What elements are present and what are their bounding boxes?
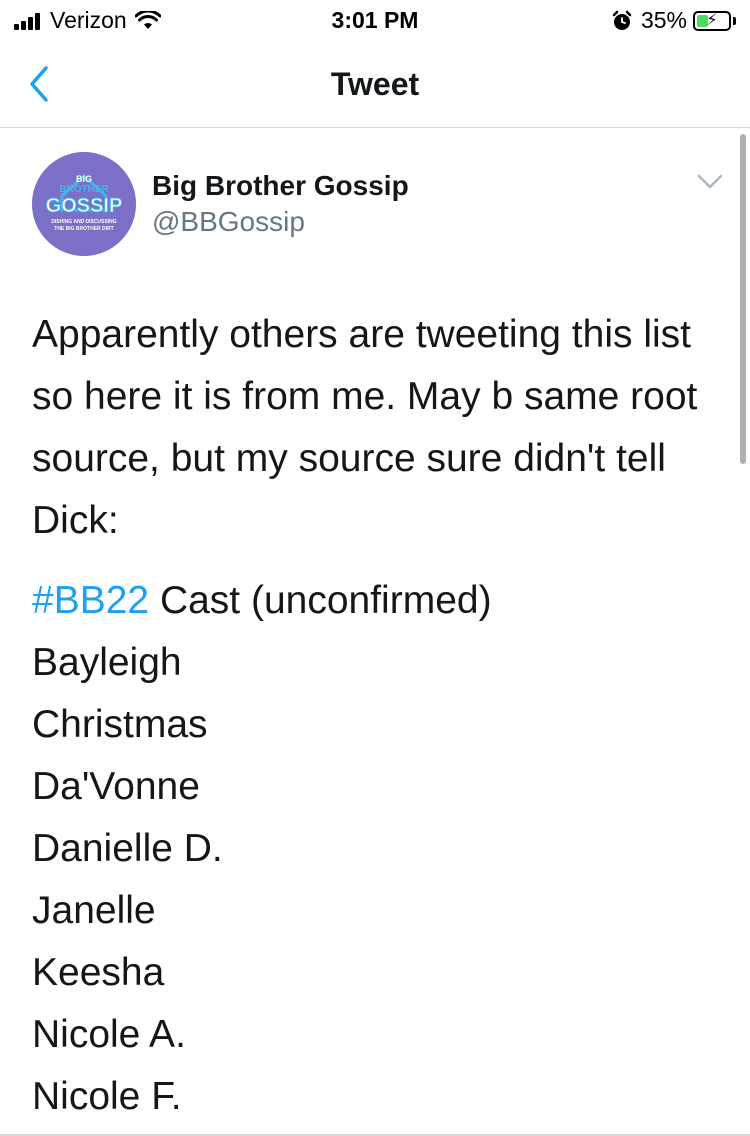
svg-text:DISHING AND DISCUSSING: DISHING AND DISCUSSING	[51, 219, 116, 225]
tweet-text: Apparently others are tweeting this list…	[32, 313, 698, 542]
battery-percent: 35%	[640, 7, 687, 33]
cast-list-item: Christmas	[32, 703, 208, 746]
cast-heading: #BB22 Cast (unconfirmed)	[32, 570, 722, 632]
screen: Verizon 3:01 PM 35% ⚡ Tweet BIG BROTHER …	[0, 0, 750, 1136]
svg-text:GOSSIP: GOSSIP	[46, 195, 123, 217]
cast-list-item: Keesha	[32, 951, 165, 994]
battery-icon: ⚡	[693, 10, 731, 31]
chevron-down-icon[interactable]	[696, 172, 724, 192]
svg-text:BROTHER: BROTHER	[59, 184, 109, 195]
cast-list-item: Bayleigh	[32, 641, 182, 684]
nav-bar: Tweet	[0, 40, 750, 128]
charging-bolt-icon: ⚡	[706, 11, 718, 29]
alarm-icon	[612, 10, 632, 30]
hashtag-link[interactable]: #BB22	[32, 579, 149, 622]
user-names: Big Brother Gossip @BBGossip	[152, 168, 409, 240]
cast-list-item: Nicole A.	[32, 1013, 186, 1056]
tweet: BIG BROTHER GOSSIP DISHING AND DISCUSSIN…	[0, 128, 750, 1136]
status-right: 35% ⚡	[611, 7, 736, 34]
cast-heading-text: Cast (unconfirmed)	[149, 579, 492, 622]
svg-text:THE BIG BROTHER DIRT: THE BIG BROTHER DIRT	[54, 226, 113, 232]
scrollbar[interactable]	[740, 134, 746, 464]
status-bar: Verizon 3:01 PM 35% ⚡	[0, 0, 750, 40]
page-title: Tweet	[330, 66, 420, 102]
battery-nub	[733, 16, 736, 25]
cast-list-item: Nicole F.	[32, 1075, 182, 1118]
display-name[interactable]: Big Brother Gossip	[152, 168, 409, 204]
svg-text:BIG: BIG	[76, 174, 92, 184]
user-handle[interactable]: @BBGossip	[152, 204, 409, 240]
tweet-header: BIG BROTHER GOSSIP DISHING AND DISCUSSIN…	[32, 152, 732, 262]
cast-list-item: Da'Vonne	[32, 765, 200, 808]
tweet-body: Apparently others are tweeting this list…	[32, 304, 722, 1128]
cast-list-item: Danielle D.	[32, 827, 223, 870]
avatar[interactable]: BIG BROTHER GOSSIP DISHING AND DISCUSSIN…	[32, 152, 136, 256]
cast-list-item: Janelle	[32, 889, 156, 932]
